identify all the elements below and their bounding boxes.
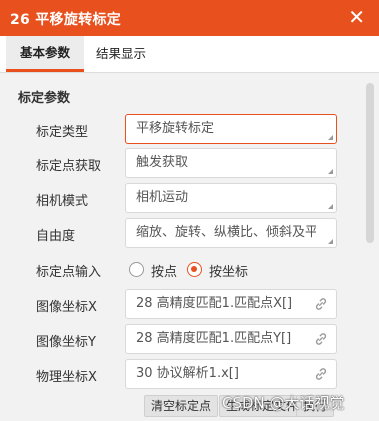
point-acquire-field[interactable]: 触发获取 bbox=[125, 148, 337, 178]
params-panel: 标定参数 标定类型 平移旋转标定 标定点获取 触发获取 相机模式 相机运动 自由… bbox=[0, 72, 379, 421]
camera-mode-label: 相机模式 bbox=[36, 194, 89, 209]
physical-x-value: 30 协议解析1.x[] bbox=[136, 366, 239, 381]
watermark: CSDN @大话视觉 bbox=[222, 394, 345, 412]
image-x-label: 图像坐标X bbox=[36, 300, 97, 315]
physical-x-label: 物理坐标X bbox=[36, 370, 97, 385]
image-x-field[interactable]: 28 高精度匹配1.匹配点X[] bbox=[125, 289, 337, 319]
link-icon[interactable] bbox=[314, 332, 328, 346]
calib-type-label: 标定类型 bbox=[36, 125, 89, 140]
tab-bar: 基本参数 结果显示 bbox=[0, 36, 379, 72]
link-icon[interactable] bbox=[314, 367, 328, 381]
radio-checked-icon bbox=[187, 262, 202, 277]
radio-by-point-label: 按点 bbox=[151, 265, 178, 280]
section-title: 标定参数 bbox=[18, 91, 71, 106]
point-acquire-label: 标定点获取 bbox=[36, 159, 102, 174]
camera-mode-field[interactable]: 相机运动 bbox=[125, 183, 337, 213]
window-title: 26 平移旋转标定 bbox=[10, 12, 122, 28]
clear-points-button[interactable]: 清空标定点 bbox=[144, 395, 219, 417]
calib-type-value: 平移旋转标定 bbox=[136, 121, 215, 136]
resize-grip-icon bbox=[328, 135, 333, 140]
resize-grip-icon bbox=[328, 239, 333, 244]
vertical-scrollbar[interactable] bbox=[366, 83, 374, 243]
image-y-label: 图像坐标Y bbox=[36, 335, 96, 350]
physical-x-field[interactable]: 30 协议解析1.x[] bbox=[125, 359, 337, 389]
radio-unchecked-icon bbox=[129, 262, 144, 277]
camera-mode-value: 相机运动 bbox=[136, 190, 189, 205]
dof-value: 缩放、旋转、纵横比、倾斜及平移 bbox=[136, 225, 316, 240]
tab-result-display[interactable]: 结果显示 bbox=[82, 36, 160, 72]
point-acquire-value: 触发获取 bbox=[136, 155, 189, 170]
close-icon[interactable]: ✕ bbox=[348, 6, 365, 28]
calib-type-field[interactable]: 平移旋转标定 bbox=[125, 114, 337, 144]
point-input-label: 标定点输入 bbox=[36, 265, 102, 280]
tab-basic-params[interactable]: 基本参数 bbox=[6, 36, 85, 72]
resize-grip-icon bbox=[328, 204, 333, 209]
image-y-value: 28 高精度匹配1.匹配点Y[] bbox=[136, 331, 292, 346]
link-icon[interactable] bbox=[314, 297, 328, 311]
radio-by-coordinate-label: 按坐标 bbox=[209, 265, 249, 280]
dof-label: 自由度 bbox=[36, 229, 76, 244]
image-x-value: 28 高精度匹配1.匹配点X[] bbox=[136, 296, 293, 311]
dof-field[interactable]: 缩放、旋转、纵横比、倾斜及平移 bbox=[125, 218, 337, 248]
resize-grip-icon bbox=[328, 169, 333, 174]
title-bar: 26 平移旋转标定 ✕ bbox=[0, 0, 379, 36]
image-y-field[interactable]: 28 高精度匹配1.匹配点Y[] bbox=[125, 324, 337, 354]
